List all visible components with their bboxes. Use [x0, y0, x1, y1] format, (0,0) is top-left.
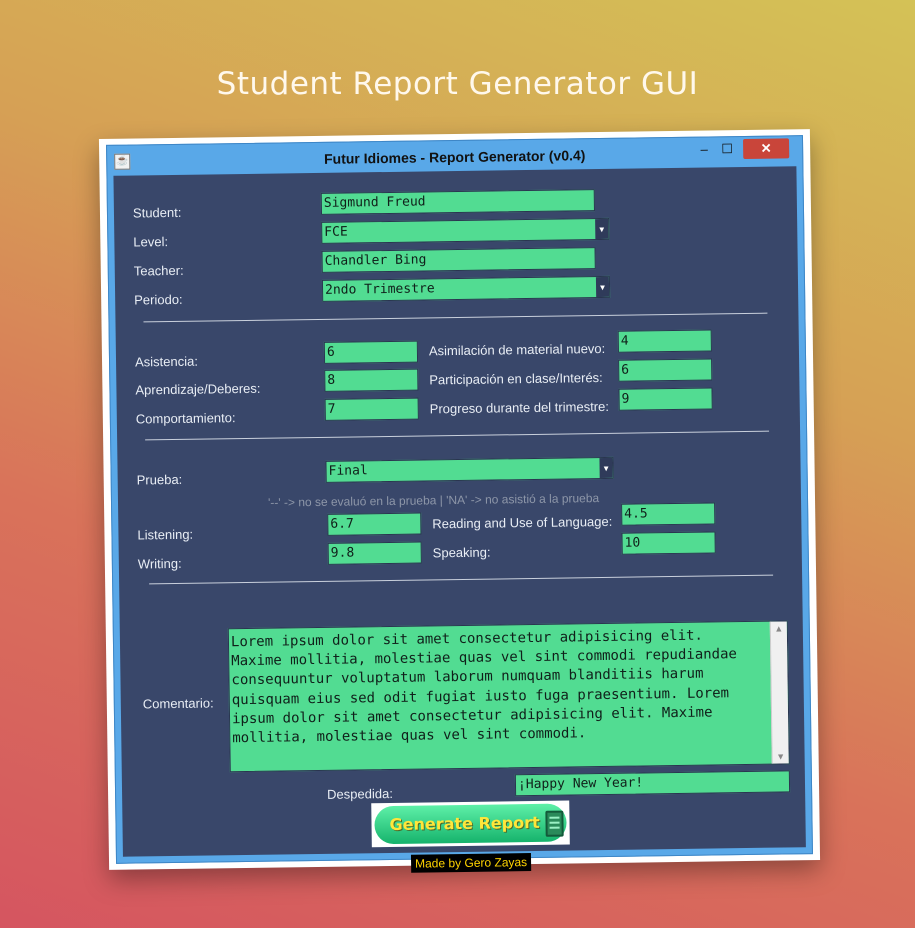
speaking-input[interactable]: 10 [621, 531, 716, 555]
scroll-down-icon[interactable]: ▼ [773, 749, 789, 763]
asistencia-input[interactable]: 6 [323, 340, 419, 364]
reading-label: Reading and Use of Language: [432, 513, 613, 532]
comentario-label: Comentario: [142, 695, 214, 712]
comment-text[interactable]: Lorem ipsum dolor sit amet consectetur a… [231, 626, 767, 749]
form-panel: Student: Sigmund Freud Level: FCE ▼ Teac… [113, 166, 806, 873]
divider [143, 312, 768, 323]
level-select[interactable]: FCE ▼ [321, 217, 610, 244]
credit-label: Made by Gero Zayas [410, 853, 532, 873]
periodo-select[interactable]: 2ndo Trimestre ▼ [321, 275, 611, 302]
chevron-down-icon[interactable]: ▼ [595, 218, 609, 240]
despedida-input[interactable]: ¡Happy New Year! [514, 770, 791, 797]
close-button[interactable]: ✕ [742, 138, 790, 160]
speaking-label: Speaking: [432, 544, 491, 561]
reading-input[interactable]: 4.5 [621, 502, 716, 526]
despedida-label: Despedida: [326, 785, 393, 802]
generate-report-pill[interactable]: Generate Report [374, 803, 567, 845]
level-value: FCE [324, 224, 348, 240]
screenshot-frame: ☕ Futur Idiomes - Report Generator (v0.4… [98, 129, 821, 873]
app-window: ☕ Futur Idiomes - Report Generator (v0.4… [106, 135, 813, 873]
generate-report-button[interactable]: Generate Report [371, 800, 570, 848]
exam-hint: '--' -> no se evaluó en la prueba | 'NA'… [267, 491, 600, 510]
writing-label: Writing: [137, 555, 182, 572]
student-input[interactable]: Sigmund Freud [320, 189, 595, 215]
comportamiento-input[interactable]: 7 [324, 397, 419, 421]
asimilacion-label: Asimilación de material nuevo: [428, 340, 606, 359]
aprendizaje-label: Aprendizaje/Deberes: [135, 380, 261, 398]
asistencia-label: Asistencia: [134, 353, 199, 370]
prueba-value: Final [328, 463, 368, 479]
divider [149, 574, 774, 585]
progreso-label: Progreso durante del trimestre: [429, 398, 610, 417]
periodo-value: 2ndo Trimestre [324, 281, 435, 298]
prueba-select[interactable]: Final ▼ [325, 456, 614, 483]
asimilacion-input[interactable]: 4 [617, 329, 712, 353]
maximize-button[interactable]: ☐ [716, 139, 738, 159]
writing-input[interactable]: 9.8 [327, 541, 422, 565]
minimize-button[interactable]: – [693, 139, 715, 159]
student-label: Student: [132, 204, 182, 221]
progreso-input[interactable]: 9 [618, 387, 713, 411]
participacion-label: Participación en clase/Interés: [429, 369, 603, 388]
document-icon [545, 810, 564, 837]
teacher-label: Teacher: [133, 262, 184, 279]
listening-input[interactable]: 6.7 [327, 512, 422, 536]
aprendizaje-input[interactable]: 8 [324, 368, 419, 392]
chevron-down-icon[interactable]: ▼ [595, 276, 610, 298]
participacion-input[interactable]: 6 [618, 358, 713, 382]
comment-scrollbar[interactable]: ▲ ▼ [769, 621, 789, 764]
page-title: Student Report Generator GUI [216, 66, 699, 102]
divider [145, 430, 770, 441]
generate-report-label: Generate Report [389, 812, 540, 835]
chevron-down-icon[interactable]: ▼ [599, 457, 613, 479]
periodo-label: Periodo: [134, 291, 183, 308]
comportamiento-label: Comportamiento: [135, 410, 236, 427]
level-label: Level: [133, 234, 169, 250]
prueba-label: Prueba: [136, 471, 183, 488]
comment-textarea[interactable]: Lorem ipsum dolor sit amet consectetur a… [227, 620, 790, 773]
teacher-input[interactable]: Chandler Bing [321, 247, 596, 273]
scroll-up-icon[interactable]: ▲ [771, 621, 787, 635]
listening-label: Listening: [137, 526, 194, 543]
